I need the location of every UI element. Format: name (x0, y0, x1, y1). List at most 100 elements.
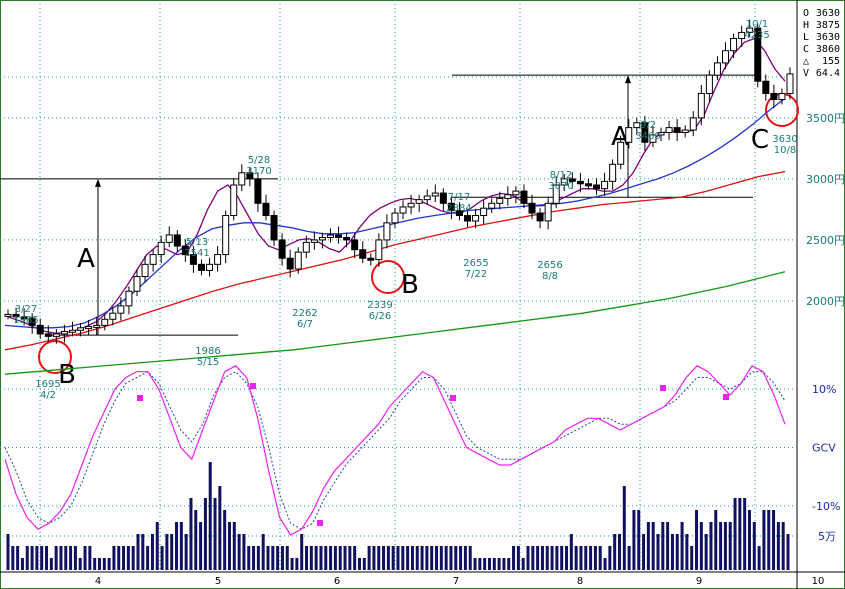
candle-body (415, 199, 423, 204)
volume-bar (179, 522, 183, 570)
volume-bar (767, 510, 771, 570)
volume-bar (83, 546, 87, 570)
volume-bar (343, 546, 347, 570)
month-label: 8 (577, 576, 583, 587)
volume-bar (93, 558, 97, 570)
candle-body (270, 215, 278, 241)
volume-bar (107, 558, 111, 570)
volume-bar (131, 546, 135, 570)
volume-bar (752, 522, 756, 570)
volume-bar (459, 546, 463, 570)
candle-body (730, 38, 738, 52)
candle-body (165, 234, 173, 243)
annotation-price: 2655 (463, 258, 488, 269)
info-key: C (803, 44, 809, 55)
chart-canvas: ABABC 3/27198516954/25/13254119865/155/2… (0, 0, 845, 589)
candle-body (705, 74, 713, 94)
volume-bar (203, 498, 207, 570)
candle-body (375, 239, 383, 261)
volume-bar (227, 522, 231, 570)
volume-bar (646, 522, 650, 570)
candle-body (472, 215, 480, 222)
volume-bar (329, 546, 333, 570)
volume-bar (608, 546, 612, 570)
candle-body (601, 180, 609, 190)
candle-body (238, 172, 246, 186)
candle-body (609, 163, 617, 182)
volume-bar (415, 546, 419, 570)
volume-bar (338, 546, 342, 570)
candle-body (214, 254, 222, 265)
candle-body (367, 257, 375, 261)
volume-bar (757, 546, 761, 570)
volume-bar (627, 546, 631, 570)
volume-bar (136, 534, 140, 570)
candle-body (584, 183, 592, 187)
volume-bar (401, 546, 405, 570)
candle-body (359, 249, 367, 259)
oscillator-tick-label: 10% (812, 383, 836, 396)
candle-body (125, 290, 133, 307)
candle-body (480, 207, 488, 217)
volume-bar (155, 522, 159, 570)
price-tick-label: 3500円 (806, 112, 845, 125)
volume-bar (560, 546, 564, 570)
volume-bar (738, 498, 742, 570)
volume-bar (290, 558, 294, 570)
candle-body (326, 234, 334, 238)
volume-bar (396, 546, 400, 570)
annotation-price: 2541 (184, 248, 209, 259)
volume-bar (512, 546, 516, 570)
annotation-price: 3170 (246, 166, 271, 177)
info-value: 155 (822, 56, 840, 67)
volume-bar (492, 558, 496, 570)
volume-bar (276, 546, 280, 570)
info-value: 3860 (816, 44, 840, 55)
volume-bar (521, 558, 525, 570)
volume-bar (165, 534, 169, 570)
volume-bar (382, 546, 386, 570)
candle-body (294, 251, 302, 270)
volume-bar (357, 558, 361, 570)
volume-bar (208, 462, 212, 570)
volume-bar (569, 534, 573, 570)
oscillator-marker (723, 394, 729, 400)
candle-body (173, 234, 181, 247)
pattern-label: A (77, 244, 95, 274)
candle-body (318, 236, 326, 241)
annotation-price: 2656 (537, 260, 562, 271)
candle-body (496, 197, 504, 204)
price-tick-label: 2500円 (806, 234, 845, 247)
candle-body (52, 333, 60, 337)
candle-body (93, 324, 101, 328)
candle-body (262, 202, 270, 217)
volume-bar (497, 558, 501, 570)
candle-body (302, 241, 310, 253)
volume-bar (690, 546, 694, 570)
volume-bar (531, 546, 535, 570)
volume-bar (613, 534, 617, 570)
volume-bar (314, 546, 318, 570)
volume-bar (526, 546, 530, 570)
oscillator-tick-label: GCV (812, 442, 836, 455)
info-value: 3630 (816, 8, 840, 19)
candle-body (60, 330, 68, 335)
annotation-price: 2884 (446, 203, 471, 214)
volume-bar (666, 522, 670, 570)
volume-bar (252, 546, 256, 570)
volume-bar (45, 546, 49, 570)
volume-bar (391, 546, 395, 570)
candle-body (504, 194, 512, 199)
volume-bar (483, 558, 487, 570)
volume-bar (40, 546, 44, 570)
volume-bar (377, 546, 381, 570)
volume-bar (540, 546, 544, 570)
candle-body (633, 122, 641, 129)
volume-bar (651, 522, 655, 570)
volume-bar (141, 534, 145, 570)
volume-bar (386, 546, 390, 570)
volume-bar (184, 534, 188, 570)
annotation-date: 5/13 (186, 237, 208, 248)
volume-bar (112, 546, 116, 570)
info-value: 64.4 (816, 68, 840, 79)
